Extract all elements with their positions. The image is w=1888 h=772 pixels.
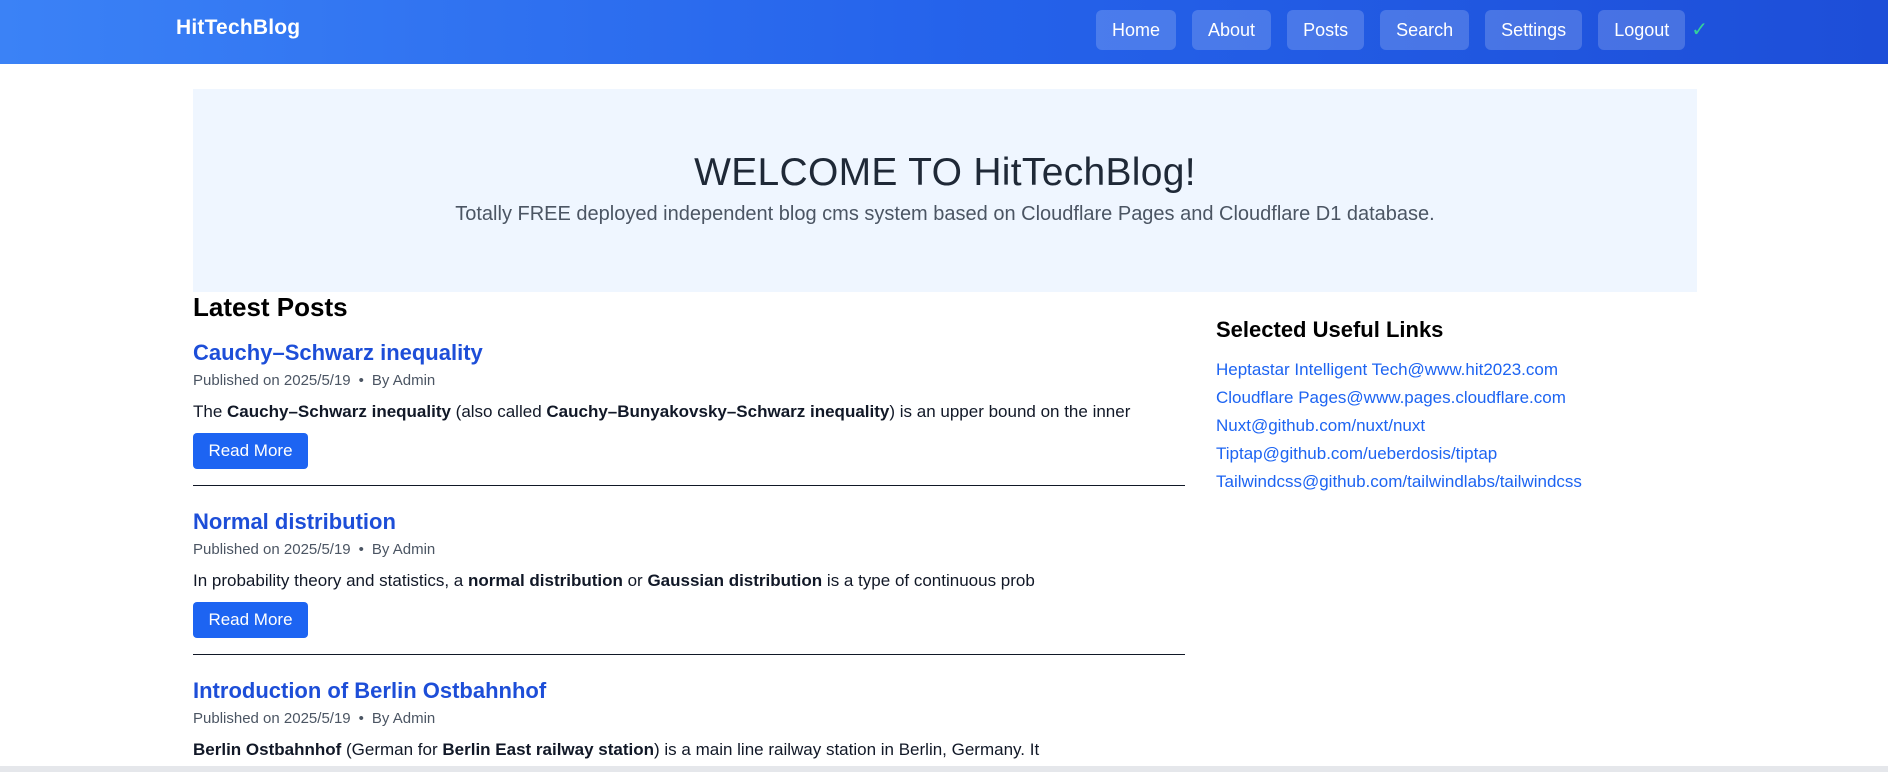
useful-links-list: Heptastar Intelligent Tech@www.hit2023.c… <box>1216 356 1582 496</box>
horizontal-scrollbar[interactable] <box>0 766 1888 772</box>
useful-link[interactable]: Tiptap@github.com/ueberdosis/tiptap <box>1216 440 1582 468</box>
post-title-link[interactable]: Normal distribution <box>193 509 396 535</box>
post-author: By Admin <box>371 710 436 727</box>
hero-banner: WELCOME TO HitTechBlog! Totally FREE dep… <box>193 89 1697 292</box>
excerpt-text: or <box>622 571 648 590</box>
hero-subtitle: Totally FREE deployed independent blog c… <box>455 203 1435 225</box>
excerpt-text: (also called <box>450 402 547 421</box>
excerpt-text: ) is an upper bound on the inner <box>889 402 1131 421</box>
post-author: By Admin <box>371 541 436 558</box>
post-card: Introduction of Berlin Ostbahnhof Publis… <box>193 630 1185 772</box>
post-meta: Published on 2025/5/19 • By Admin <box>193 541 435 558</box>
post-date: Published on 2025/5/19 <box>193 372 351 389</box>
top-navbar: HitTechBlog Home About Posts Search Sett… <box>0 0 1888 64</box>
nav-search-button[interactable]: Search <box>1380 10 1470 50</box>
excerpt-bold-term: Cauchy–Bunyakovsky–Schwarz inequality <box>546 402 890 421</box>
post-date: Published on 2025/5/19 <box>193 710 351 727</box>
useful-link[interactable]: Tailwindcss@github.com/tailwindlabs/tail… <box>1216 468 1582 496</box>
post-meta: Published on 2025/5/19 • By Admin <box>193 372 435 389</box>
nav-settings-button[interactable]: Settings <box>1485 10 1583 50</box>
meta-separator: • <box>358 372 364 389</box>
post-title-link[interactable]: Cauchy–Schwarz inequality <box>193 340 483 366</box>
excerpt-bold-term: Berlin East railway station <box>442 740 655 759</box>
meta-separator: • <box>358 541 364 558</box>
post-author: By Admin <box>371 372 436 389</box>
excerpt-bold-term: normal distribution <box>467 571 623 590</box>
excerpt-bold-term: Gaussian distribution <box>647 571 823 590</box>
post-card: Cauchy–Schwarz inequality Published on 2… <box>193 292 1185 486</box>
excerpt-text: In probability theory and statistics, a <box>193 571 468 590</box>
site-brand[interactable]: HitTechBlog <box>176 16 300 40</box>
post-card: Normal distribution Published on 2025/5/… <box>193 461 1185 655</box>
excerpt-text: (German for <box>341 740 443 759</box>
excerpt-bold-term: Berlin Ostbahnhof <box>193 740 342 759</box>
post-meta: Published on 2025/5/19 • By Admin <box>193 710 435 727</box>
excerpt-text: is a type of continuous prob <box>822 571 1035 590</box>
post-excerpt: The Cauchy–Schwarz inequality (also call… <box>193 402 1185 422</box>
useful-link[interactable]: Nuxt@github.com/nuxt/nuxt <box>1216 412 1582 440</box>
post-excerpt: Berlin Ostbahnhof (German for Berlin Eas… <box>193 740 1185 760</box>
nav-posts-button[interactable]: Posts <box>1287 10 1365 50</box>
post-date: Published on 2025/5/19 <box>193 541 351 558</box>
hero-title: WELCOME TO HitTechBlog! <box>694 151 1196 194</box>
excerpt-text: ) is a main line railway station in Berl… <box>654 740 1040 759</box>
nav-links: Home About Posts Search Settings Logout … <box>1096 10 1708 50</box>
excerpt-text: The <box>193 402 228 421</box>
post-excerpt: In probability theory and statistics, a … <box>193 571 1185 591</box>
useful-link[interactable]: Heptastar Intelligent Tech@www.hit2023.c… <box>1216 356 1582 384</box>
nav-about-button[interactable]: About <box>1192 10 1272 50</box>
useful-links-heading: Selected Useful Links <box>1216 317 1444 342</box>
meta-separator: • <box>358 710 364 727</box>
excerpt-bold-term: Cauchy–Schwarz inequality <box>227 402 451 421</box>
check-icon: ✓ <box>1691 19 1709 41</box>
nav-home-button[interactable]: Home <box>1096 10 1177 50</box>
useful-link[interactable]: Cloudflare Pages@www.pages.cloudflare.co… <box>1216 384 1582 412</box>
nav-logout-button[interactable]: Logout <box>1598 10 1686 50</box>
post-title-link[interactable]: Introduction of Berlin Ostbahnhof <box>193 678 546 704</box>
